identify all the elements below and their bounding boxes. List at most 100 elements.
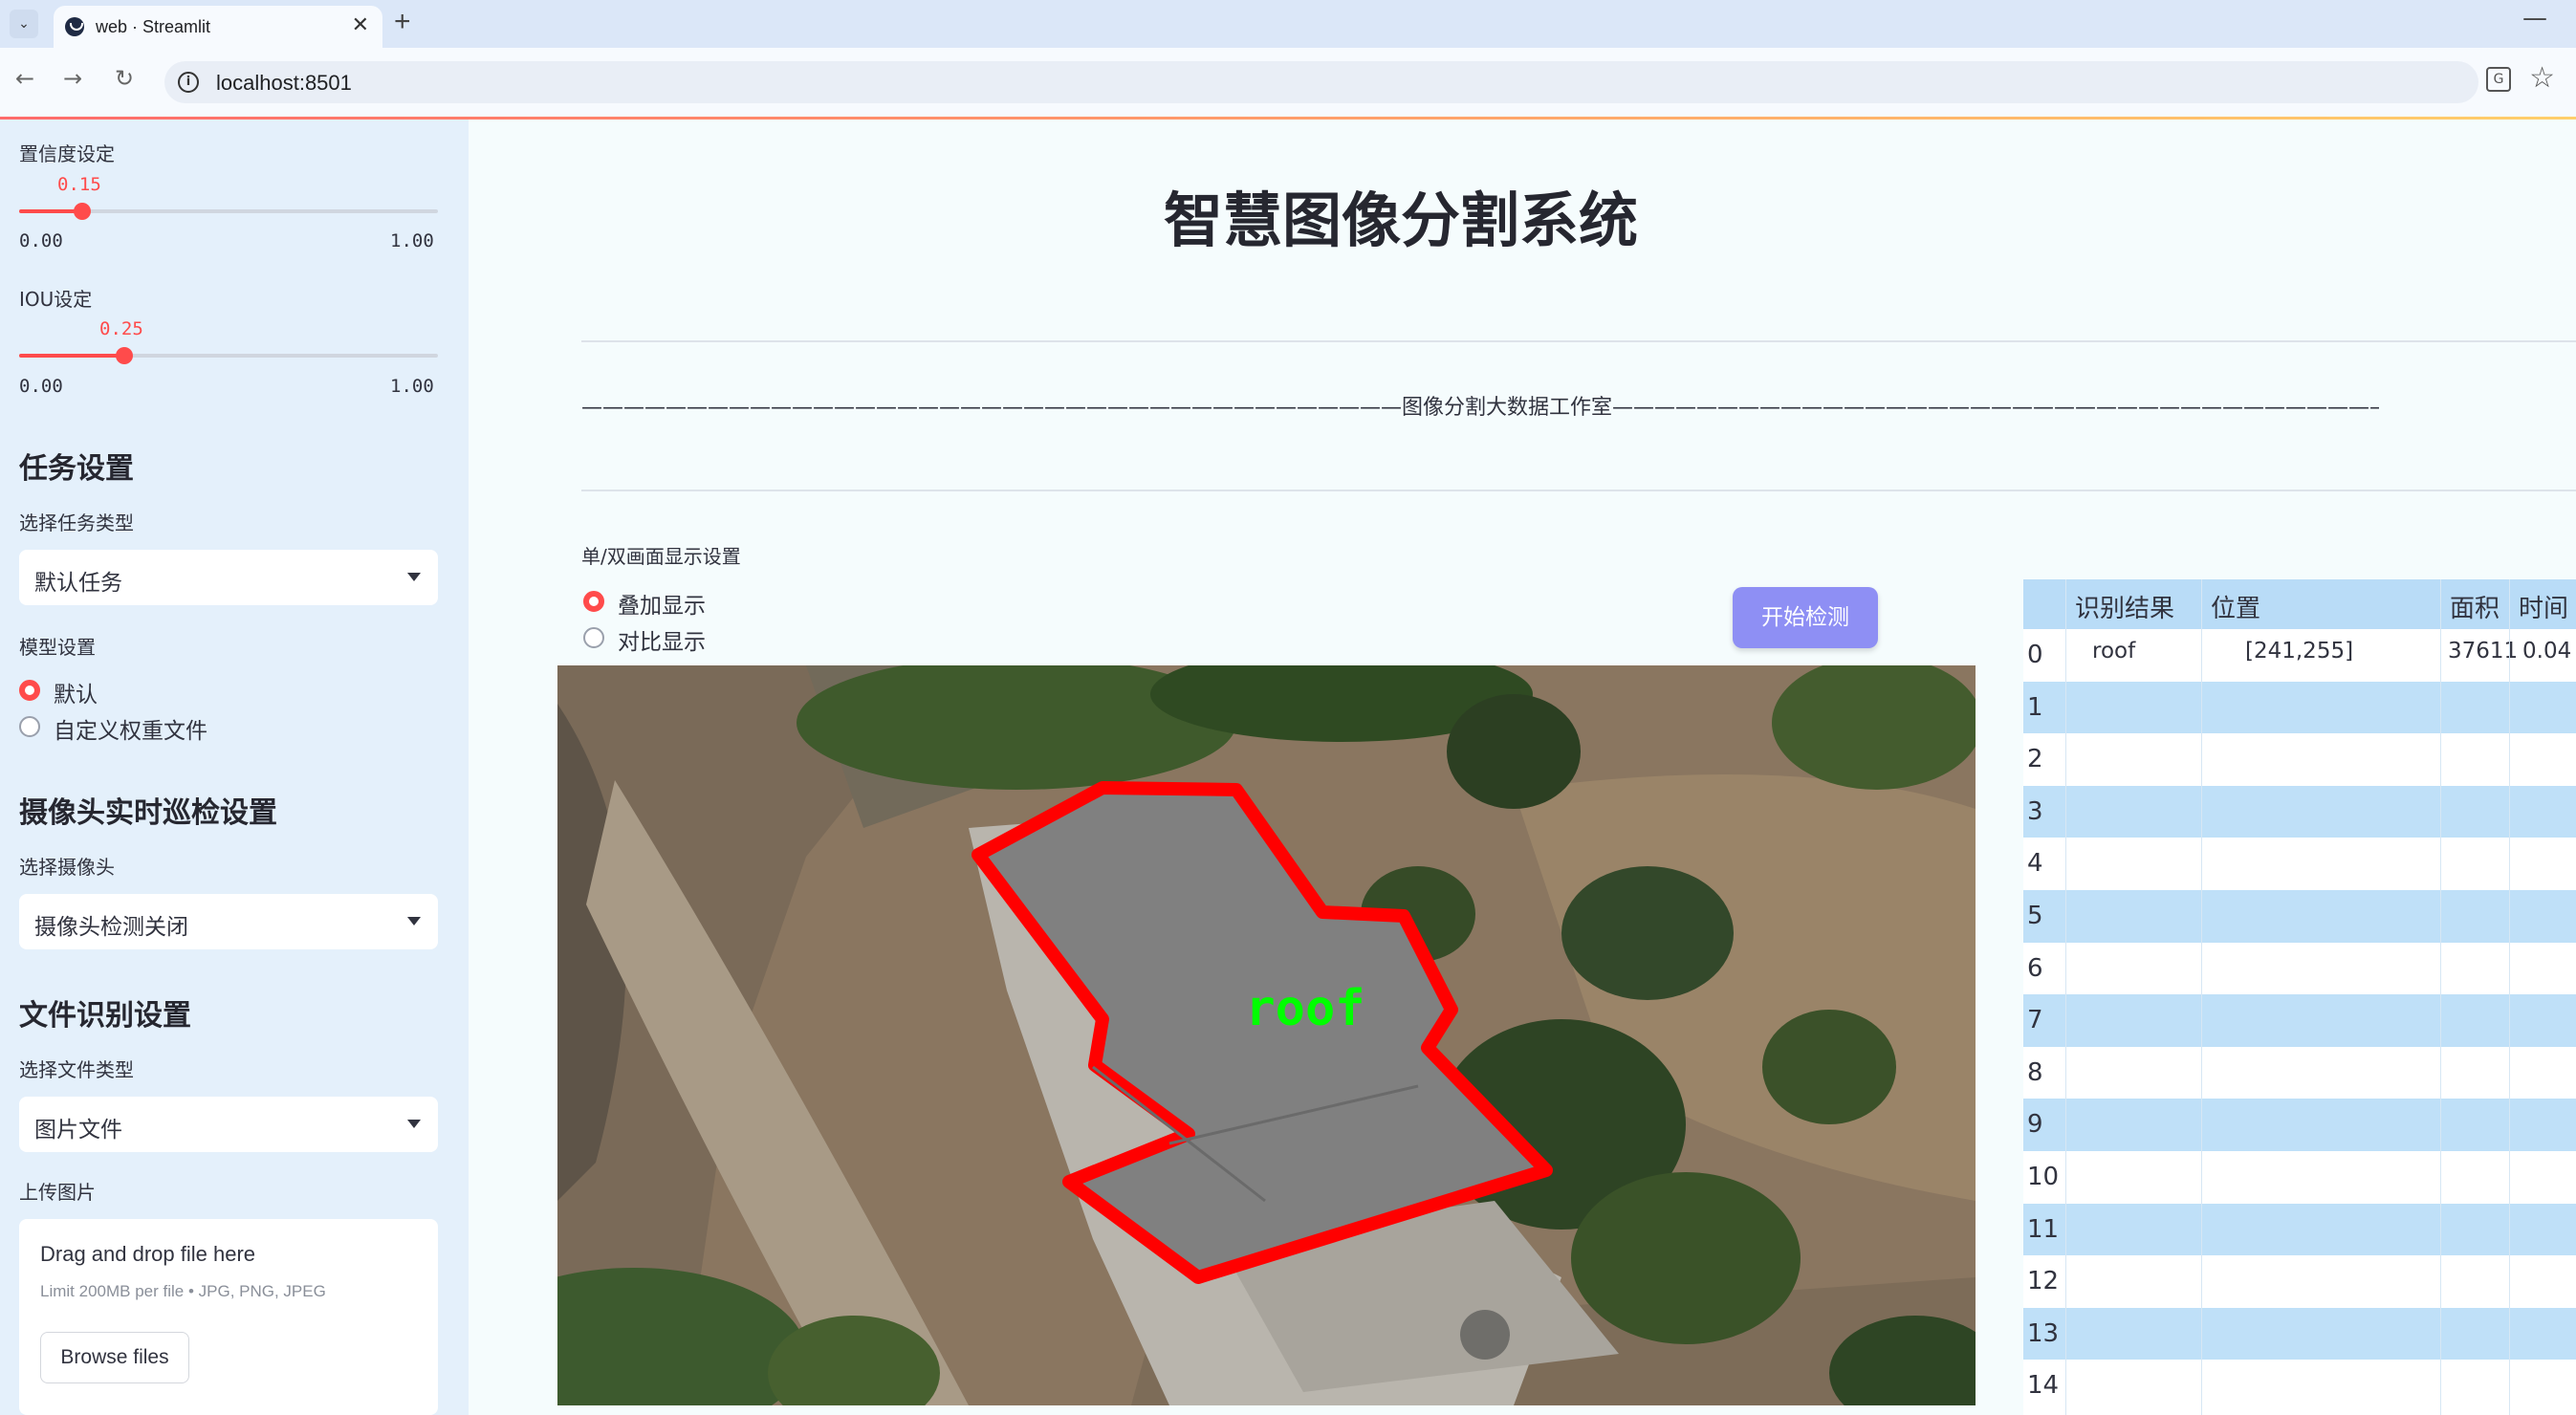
table-row[interactable]: 1 [2023, 681, 2576, 734]
table-row[interactable]: 9 [2023, 1099, 2576, 1151]
confidence-value: 0.15 [57, 174, 101, 195]
table-row[interactable]: 7 [2023, 994, 2576, 1047]
tab-search-icon[interactable]: ⌄ [10, 10, 38, 38]
camera-value: 摄像头检测关闭 [34, 915, 188, 940]
table-row[interactable]: 14 [2023, 1360, 2576, 1412]
cell-position: [241,255] [2245, 639, 2354, 664]
chevron-down-icon [407, 573, 421, 581]
table-row[interactable]: 2 [2023, 733, 2576, 786]
row-index: 13 [2027, 1318, 2060, 1348]
start-detection-button[interactable]: 开始检测 [1733, 587, 1878, 648]
table-row[interactable]: 6 [2023, 942, 2576, 995]
dropzone-title: Drag and drop file here [40, 1242, 256, 1266]
close-icon[interactable]: ✕ [352, 13, 369, 37]
confidence-slider-thumb[interactable] [73, 203, 91, 220]
new-tab-icon[interactable]: + [394, 6, 411, 38]
table-row[interactable]: 8 [2023, 1046, 2576, 1099]
chevron-down-icon [407, 917, 421, 925]
browse-files-button[interactable]: Browse files [40, 1332, 189, 1383]
forward-arrow-icon[interactable]: → [63, 65, 82, 92]
iou-slider-fill [19, 354, 124, 358]
radio-checked-icon[interactable] [19, 680, 40, 701]
dropzone-limit: Limit 200MB per file • JPG, PNG, JPEG [40, 1282, 326, 1300]
table-row[interactable]: 0 roof [241,255] 37611 0.04 [2023, 629, 2576, 682]
iou-value: 0.25 [99, 318, 143, 339]
column-divider [2509, 579, 2510, 1415]
iou-label: IOU设定 [19, 288, 93, 311]
iou-max: 1.00 [390, 376, 434, 397]
col-header-position[interactable]: 位置 [2211, 589, 2260, 624]
task-section-heading: 任务设置 [19, 452, 134, 486]
table-row[interactable]: 13 [2023, 1307, 2576, 1361]
row-index: 14 [2027, 1371, 2060, 1401]
col-header-time[interactable]: 时间 [2519, 589, 2568, 624]
aerial-image-canvas: roof [557, 665, 1976, 1405]
table-row[interactable]: 12 [2023, 1255, 2576, 1308]
studio-banner: ———————————————————————————————————————图… [581, 396, 2379, 420]
iou-min: 0.00 [19, 376, 63, 397]
bookmark-star-icon[interactable]: ☆ [2529, 61, 2555, 95]
url-input[interactable]: i localhost:8501 [164, 61, 2478, 103]
row-index: 7 [2027, 1006, 2043, 1035]
row-index: 12 [2027, 1267, 2060, 1296]
browser-tab-bar: ⌄ web · Streamlit ✕ + — [0, 0, 2576, 48]
back-arrow-icon[interactable]: ← [15, 65, 34, 92]
camera-select[interactable]: 摄像头检测关闭 [19, 894, 438, 949]
table-row[interactable]: 3 [2023, 785, 2576, 838]
chevron-down-icon [407, 1120, 421, 1128]
row-index: 11 [2027, 1214, 2060, 1244]
confidence-min: 0.00 [19, 230, 63, 251]
iou-slider-thumb[interactable] [115, 347, 133, 364]
url-text: localhost:8501 [216, 71, 352, 95]
display-mode-label: 单/双画面显示设置 [581, 545, 741, 568]
table-row[interactable]: 5 [2023, 890, 2576, 943]
streamlit-favicon-icon [65, 17, 84, 36]
task-type-select[interactable]: 默认任务 [19, 550, 438, 605]
confidence-slider[interactable] [19, 203, 438, 220]
page-title: 智慧图像分割系统 [1163, 185, 1638, 255]
row-index: 3 [2027, 796, 2043, 826]
row-index: 8 [2027, 1057, 2043, 1087]
table-row[interactable]: 4 [2023, 838, 2576, 890]
translate-icon[interactable]: G [2486, 67, 2511, 92]
sidebar: 置信度设定 0.15 0.00 1.00 IOU设定 0.25 0.00 1.0… [0, 120, 469, 1415]
file-section-heading: 文件识别设置 [19, 999, 191, 1033]
row-index: 6 [2027, 953, 2043, 983]
iou-slider[interactable] [19, 347, 438, 364]
row-index: 1 [2027, 692, 2043, 722]
table-row[interactable]: 11 [2023, 1203, 2576, 1256]
cell-time: 0.04 [2522, 639, 2572, 664]
file-type-label: 选择文件类型 [19, 1058, 134, 1081]
radio-checked-icon[interactable] [583, 591, 604, 612]
row-index: 5 [2027, 902, 2043, 930]
col-header-area[interactable]: 面积 [2450, 589, 2500, 624]
tab-title: web · Streamlit [96, 17, 211, 36]
model-label: 模型设置 [19, 636, 96, 659]
segmentation-result-image: roof [557, 665, 1976, 1405]
task-type-label: 选择任务类型 [19, 512, 134, 534]
table-header: 识别结果 位置 面积 时间 [2023, 579, 2576, 629]
radio-unchecked-icon[interactable] [583, 627, 604, 648]
reload-icon[interactable]: ↻ [115, 65, 134, 92]
camera-label: 选择摄像头 [19, 856, 115, 879]
model-option-default-label: 默认 [54, 683, 98, 708]
info-icon[interactable]: i [178, 72, 199, 93]
row-index: 9 [2027, 1110, 2043, 1140]
column-divider [2440, 579, 2441, 1415]
confidence-slider-fill [19, 209, 82, 213]
row-index: 0 [2027, 641, 2043, 669]
divider [581, 340, 2576, 342]
radio-unchecked-icon[interactable] [19, 716, 40, 737]
table-row[interactable]: 10 [2023, 1151, 2576, 1204]
minimize-icon[interactable]: — [2522, 4, 2547, 33]
cell-result: roof [2092, 639, 2136, 664]
row-index: 2 [2027, 745, 2043, 774]
file-type-select[interactable]: 图片文件 [19, 1097, 438, 1152]
display-option-compare-label: 对比显示 [618, 630, 706, 655]
col-header-result[interactable]: 识别结果 [2075, 589, 2174, 624]
browser-tab[interactable]: web · Streamlit ✕ [54, 6, 382, 48]
results-table[interactable]: 识别结果 位置 面积 时间 0 roof [241,255] 37611 0.04 1 2 3… [2023, 579, 2576, 1415]
row-index: 10 [2027, 1163, 2060, 1191]
file-dropzone[interactable]: Drag and drop file here Limit 200MB per … [19, 1219, 438, 1415]
upload-label: 上传图片 [19, 1181, 96, 1204]
